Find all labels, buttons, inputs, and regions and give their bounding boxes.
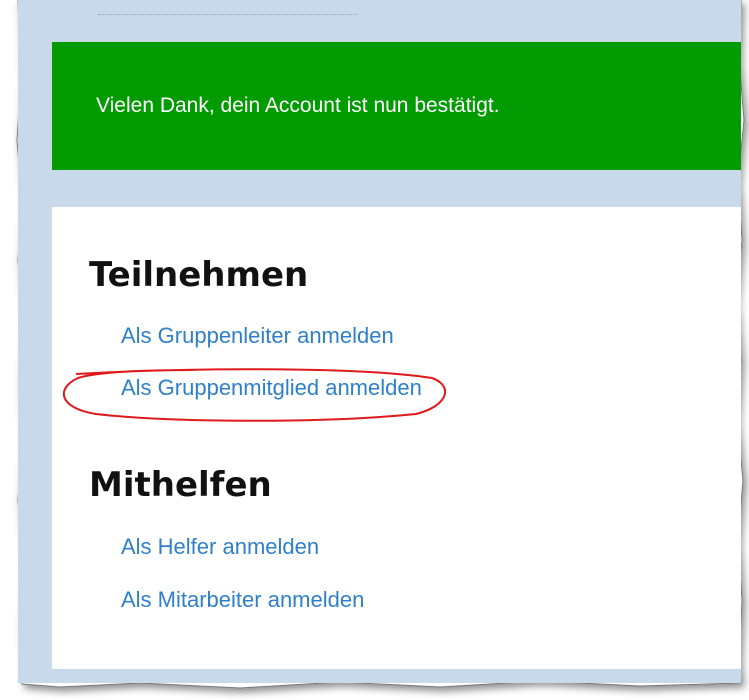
alert-message: Vielen Dank, dein Account ist nun bestät… (96, 94, 500, 117)
success-alert: Vielen Dank, dein Account ist nun bestät… (52, 42, 741, 170)
registration-card: Teilnehmen Als Gruppenleiter anmelden Al… (52, 207, 741, 669)
link-gruppenleiter-anmelden[interactable]: Als Gruppenleiter anmelden (121, 323, 394, 349)
section-title-teilnehmen: Teilnehmen (89, 255, 309, 295)
page-viewport: Vielen Dank, dein Account ist nun bestät… (18, 0, 741, 683)
section-title-mithelfen: Mithelfen (89, 465, 272, 505)
link-helfer-anmelden[interactable]: Als Helfer anmelden (121, 534, 319, 560)
highlight-circle (62, 368, 446, 422)
top-divider (98, 14, 358, 15)
link-mitarbeiter-anmelden[interactable]: Als Mitarbeiter anmelden (121, 587, 364, 613)
